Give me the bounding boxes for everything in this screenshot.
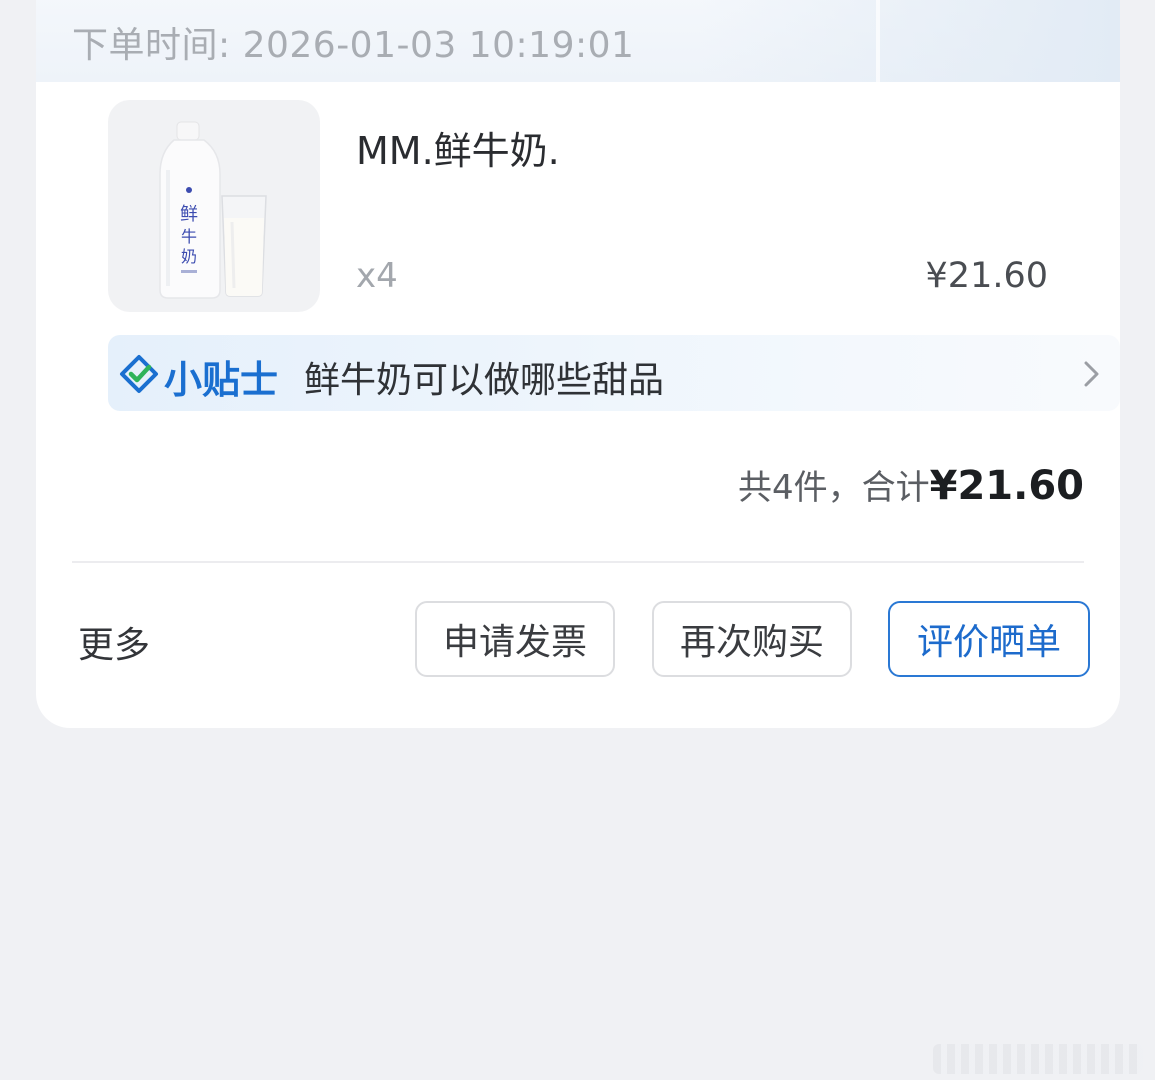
buy-again-button[interactable]: 再次购买: [652, 601, 852, 677]
summary-count-text: 共4件，合计: [738, 468, 930, 508]
tip-text: 鲜牛奶可以做哪些甜品: [304, 360, 665, 401]
header-decoration: [700, 0, 1120, 82]
order-time: 下单时间: 2026-01-03 10:19:01: [72, 25, 635, 66]
product-quantity: x4: [356, 256, 398, 296]
product-image[interactable]: 鲜 牛 奶: [108, 100, 320, 312]
svg-text:牛: 牛: [181, 227, 197, 246]
more-button[interactable]: 更多: [78, 616, 150, 668]
review-button[interactable]: 评价晒单: [888, 601, 1090, 677]
product-price: ¥21.60: [925, 256, 1048, 296]
tip-title: 小贴士: [164, 358, 279, 402]
milk-product-illustration: 鲜 牛 奶: [159, 121, 267, 299]
apply-invoice-button[interactable]: 申请发票: [415, 601, 615, 677]
svg-text:鲜: 鲜: [180, 204, 198, 225]
watermark: [933, 1044, 1143, 1074]
order-card: 下单时间: 2026-01-03 10:19:01 鲜 牛 奶 MM.鲜牛奶.: [36, 0, 1120, 728]
svg-text:奶: 奶: [181, 247, 197, 266]
tip-banner[interactable]: 小贴士 鲜牛奶可以做哪些甜品: [108, 335, 1120, 411]
chevron-right-icon: [1084, 361, 1099, 387]
divider: [72, 561, 1084, 563]
summary-total: ¥21.60: [929, 463, 1084, 509]
product-name[interactable]: MM.鲜牛奶.: [356, 120, 560, 175]
order-card-header: 下单时间: 2026-01-03 10:19:01: [36, 0, 1120, 82]
tip-check-icon: [120, 355, 158, 393]
order-summary: 共4件，合计¥21.60: [738, 460, 1084, 509]
